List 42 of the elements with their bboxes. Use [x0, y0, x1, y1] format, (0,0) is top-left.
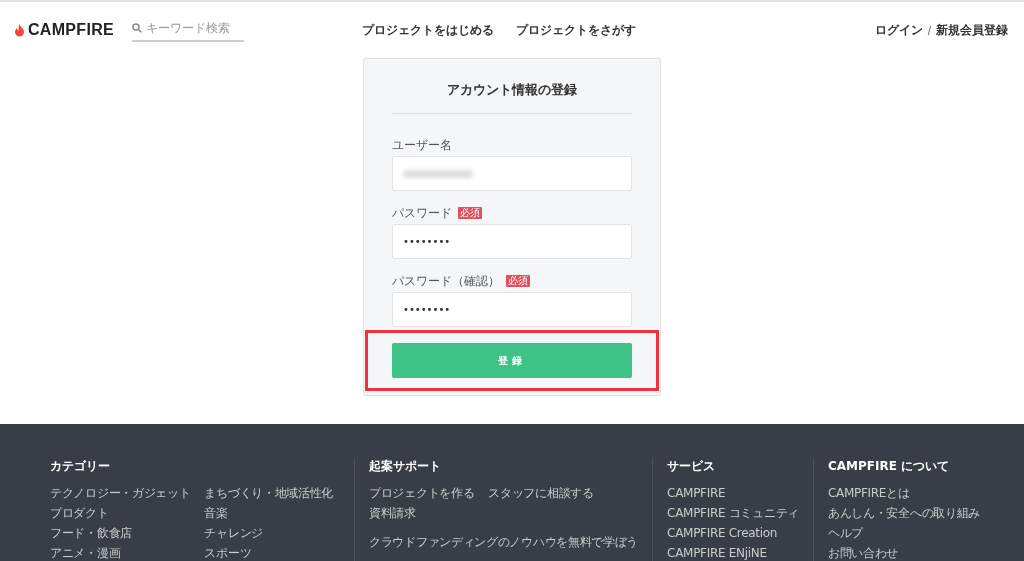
footer-link[interactable]: アニメ・漫画	[50, 547, 191, 560]
footer-link[interactable]: テクノロジー・ガジェット	[50, 487, 191, 500]
footer-link[interactable]: CAMPFIRE ENjiNE	[667, 547, 799, 560]
footer-link[interactable]: CAMPFIRE Creation	[667, 527, 799, 540]
required-badge: 必須	[506, 275, 530, 287]
footer-heading: 起案サポート	[369, 458, 442, 475]
footer-link[interactable]: クラウドファンディングのノウハウを無料で学ぼう	[369, 534, 639, 551]
field-label: パスワード	[392, 204, 452, 222]
footer-link[interactable]: CAMPFIRE コミュニティ	[667, 507, 799, 520]
input-field[interactable]: ••••••••	[392, 224, 632, 259]
footer-link[interactable]: ヘルプ	[827, 527, 981, 540]
footer-link[interactable]: お問い合わせ	[827, 547, 981, 560]
footer-link[interactable]: フード・飲食店	[50, 527, 191, 540]
footer-link[interactable]: CAMPFIRE	[667, 487, 799, 500]
footer-link[interactable]: チャレンジ	[204, 527, 334, 540]
footer-link[interactable]: スタッフに相談する	[488, 487, 594, 500]
footer-heading: サービス	[667, 458, 717, 475]
form-title: アカウント情報の登録	[392, 59, 632, 114]
search-input[interactable]: キーワード検索	[145, 20, 236, 35]
search-icon	[131, 22, 142, 33]
footer-link[interactable]: プロジェクトを作る	[369, 487, 475, 500]
footer-link[interactable]: 音楽	[204, 507, 334, 520]
signup-link[interactable]: 新規会員登録	[936, 21, 1008, 39]
search-field[interactable]: キーワード検索	[131, 18, 244, 42]
nav-link[interactable]: プロジェクトをさがす	[515, 21, 636, 39]
footer-heading: CAMPFIRE について	[827, 458, 951, 475]
required-badge: 必須	[458, 207, 482, 219]
footer-link[interactable]: まちづくり・地域活性化	[204, 487, 334, 500]
input-field[interactable]	[392, 156, 632, 191]
separator: /	[927, 24, 931, 36]
footer-link[interactable]: CAMPFIREとは	[827, 487, 981, 500]
field-label: ユーザー名	[392, 136, 452, 154]
input-field[interactable]: ••••••••	[392, 292, 632, 327]
footer-link[interactable]: あんしん・安全への取り組み	[827, 507, 981, 520]
footer-link[interactable]: 資料請求	[369, 507, 475, 520]
flame-icon	[14, 23, 25, 37]
footer-link[interactable]: プロダクト	[50, 507, 191, 520]
login-link[interactable]: ログイン	[874, 21, 923, 39]
nav-link[interactable]: プロジェクトをはじめる	[361, 21, 494, 39]
field-label: パスワード（確認）	[392, 272, 500, 290]
footer-heading: カテゴリー	[50, 458, 111, 475]
footer-link[interactable]: スポーツ	[204, 547, 334, 560]
